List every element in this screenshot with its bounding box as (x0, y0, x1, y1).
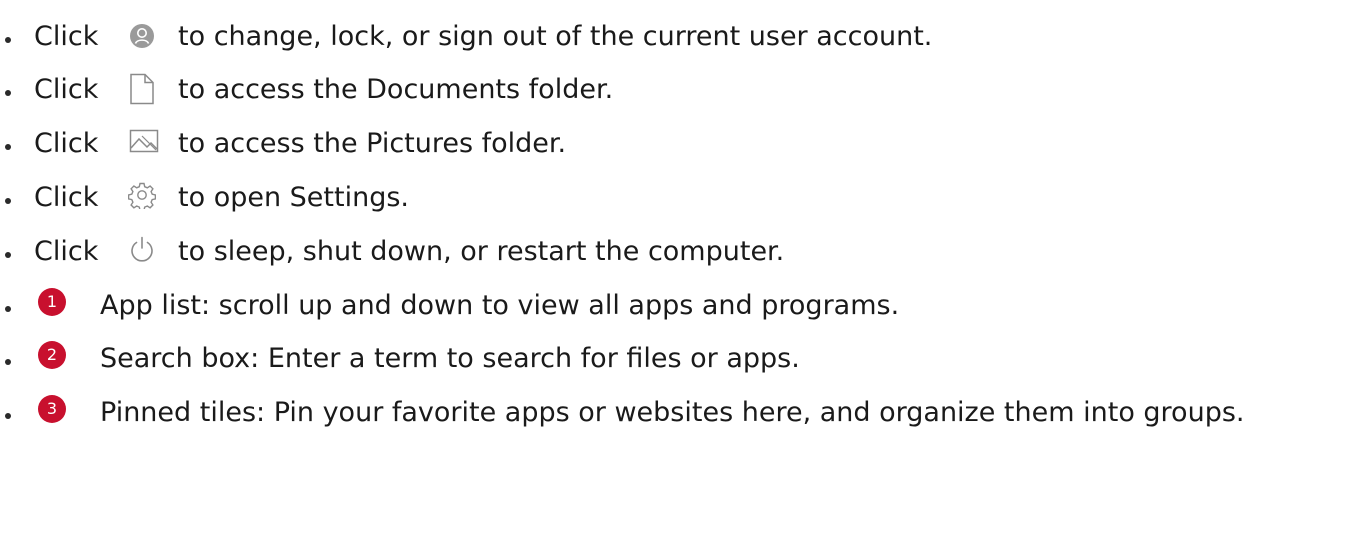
item-text: App list: scroll up and down to view all… (100, 289, 900, 321)
document-icon (124, 71, 160, 107)
bullet (5, 90, 11, 96)
item-text: to sleep, shut down, or restart the comp… (178, 235, 785, 267)
number-badge: 3 (38, 395, 66, 423)
bullet (5, 359, 11, 365)
list-item: Click to sleep, shut down, or restart th… (0, 231, 1346, 271)
number-badge: 2 (38, 341, 66, 369)
number-badge: 1 (38, 288, 66, 316)
item-text: to open Settings. (178, 181, 409, 213)
bullet (5, 413, 11, 419)
item-text: to access the Documents folder. (178, 73, 614, 105)
user-icon (124, 20, 160, 52)
bullet (5, 306, 11, 312)
settings-gear-icon (124, 179, 160, 211)
list-item: 1 App list: scroll up and down to view a… (0, 285, 1346, 325)
item-text: to change, lock, or sign out of the curr… (178, 20, 933, 52)
item-text: Pinned tiles: Pin your favorite apps or … (100, 396, 1245, 428)
power-icon (124, 233, 160, 265)
bullet (5, 252, 11, 258)
bullet (5, 198, 11, 204)
click-word: Click (34, 20, 99, 52)
list-item: Click to access the Documents folder. (0, 69, 1346, 109)
item-text: Search box: Enter a term to search for f… (100, 342, 800, 374)
click-word: Click (34, 235, 99, 267)
item-text: to access the Pictures folder. (178, 127, 567, 159)
list-item: Click to open Settings. (0, 177, 1346, 217)
bullet (5, 144, 11, 150)
pictures-icon (124, 127, 164, 155)
click-word: Click (34, 73, 99, 105)
click-word: Click (34, 181, 99, 213)
bullet (5, 37, 11, 43)
list-item: 2 Search box: Enter a term to search for… (0, 338, 1346, 378)
list-item: Click to change, lock, or sign out of th… (0, 16, 1346, 56)
list-item: 3 Pinned tiles: Pin your favorite apps o… (0, 392, 1346, 432)
list-item: Click to access the Pictures folder. (0, 123, 1346, 163)
click-word: Click (34, 127, 99, 159)
